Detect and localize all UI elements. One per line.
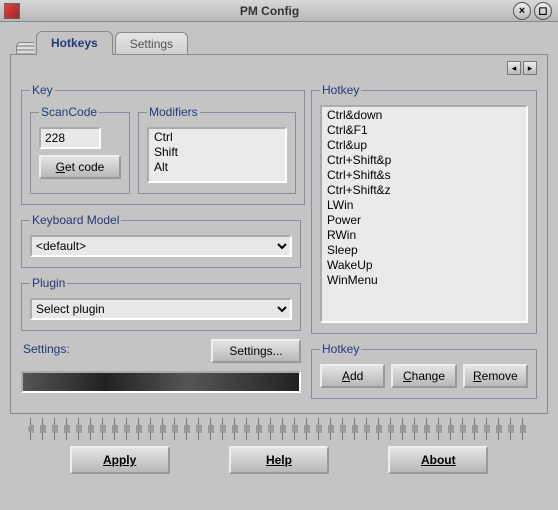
keyboard-model-group: Keyboard Model <default> [21, 213, 301, 268]
list-item[interactable]: Ctrl&F1 [323, 123, 525, 138]
list-item[interactable]: Ctrl+Shift&z [323, 183, 525, 198]
plugin-label: Plugin [30, 276, 67, 290]
app-icon [4, 3, 20, 19]
list-item[interactable]: Ctrl [150, 130, 284, 145]
settings-display [21, 371, 301, 393]
list-item[interactable]: Sleep [323, 243, 525, 258]
keyboard-model-label: Keyboard Model [30, 213, 121, 227]
hotkey-actions-group: Hotkey Add Change Remove [311, 342, 537, 399]
list-item[interactable]: Ctrl&down [323, 108, 525, 123]
list-item[interactable]: WakeUp [323, 258, 525, 273]
spiral-binding-decoration [28, 418, 530, 440]
about-button[interactable]: About [388, 446, 488, 474]
close-button[interactable]: ◻ [534, 2, 552, 20]
list-item[interactable]: Ctrl&up [323, 138, 525, 153]
apply-button[interactable]: Apply [70, 446, 170, 474]
settings-label: Settings: [23, 342, 70, 356]
scancode-group: ScanCode Get code [30, 105, 130, 194]
get-code-button[interactable]: Get code [39, 155, 121, 179]
list-item[interactable]: Ctrl+Shift&s [323, 168, 525, 183]
key-group-label: Key [30, 83, 55, 97]
minimize-button[interactable]: × [513, 2, 531, 20]
list-item[interactable]: LWin [323, 198, 525, 213]
modifiers-listbox[interactable]: CtrlShiftAlt [147, 127, 287, 183]
list-item[interactable]: Shift [150, 145, 284, 160]
notebook: Hotkeys Settings ◂ ▸ Key ScanCode [10, 30, 548, 484]
scancode-input[interactable] [39, 127, 101, 149]
remove-button[interactable]: Remove [463, 364, 528, 388]
modifiers-label: Modifiers [147, 105, 200, 119]
key-group: Key ScanCode Get code Modifiers [21, 83, 305, 205]
plugin-settings-button[interactable]: Settings... [211, 339, 301, 363]
hotkey-list-group: Hotkey Ctrl&downCtrl&F1Ctrl&upCtrl+Shift… [311, 83, 537, 334]
help-button[interactable]: Help [229, 446, 329, 474]
list-item[interactable]: RWin [323, 228, 525, 243]
hotkey-list-label: Hotkey [320, 83, 361, 97]
plugin-select[interactable]: Select plugin [30, 298, 292, 320]
list-item[interactable]: WinMenu [323, 273, 525, 288]
window-title: PM Config [26, 4, 513, 18]
list-item[interactable]: Ctrl+Shift&p [323, 153, 525, 168]
tab-settings[interactable]: Settings [115, 32, 188, 54]
title-bar: PM Config × ◻ [0, 0, 558, 22]
page-next-button[interactable]: ▸ [523, 61, 537, 75]
tab-hotkeys[interactable]: Hotkeys [36, 31, 113, 55]
hotkey-listbox[interactable]: Ctrl&downCtrl&F1Ctrl&upCtrl+Shift&pCtrl+… [320, 105, 528, 323]
list-item[interactable]: Power [323, 213, 525, 228]
plugin-group: Plugin Select plugin [21, 276, 301, 331]
modifiers-group: Modifiers CtrlShiftAlt [138, 105, 296, 194]
scancode-label: ScanCode [39, 105, 99, 119]
change-button[interactable]: Change [391, 364, 456, 388]
list-item[interactable]: Alt [150, 160, 284, 175]
hotkey-actions-label: Hotkey [320, 342, 361, 356]
keyboard-model-select[interactable]: <default> [30, 235, 292, 257]
page-prev-button[interactable]: ◂ [507, 61, 521, 75]
add-button[interactable]: Add [320, 364, 385, 388]
